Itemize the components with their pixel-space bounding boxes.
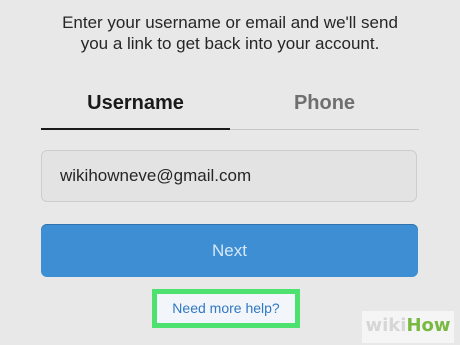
watermark-wiki: wiki (365, 315, 407, 336)
tab-phone[interactable]: Phone (230, 86, 419, 130)
wikihow-watermark: wikiHow (362, 311, 454, 343)
watermark-how: How (406, 315, 451, 336)
active-tab-indicator (41, 128, 230, 130)
need-more-help-link[interactable]: Need more help? (157, 294, 295, 323)
username-email-field[interactable]: wikihowneve@gmail.com (41, 150, 417, 202)
tab-username[interactable]: Username (41, 86, 230, 130)
password-reset-screen: Enter your username or email and we'll s… (0, 0, 460, 345)
next-button[interactable]: Next (41, 224, 418, 277)
instruction-text: Enter your username or email and we'll s… (62, 13, 398, 53)
reset-method-tabs: Username Phone (41, 86, 419, 130)
help-link-highlight: Need more help? (152, 289, 300, 328)
